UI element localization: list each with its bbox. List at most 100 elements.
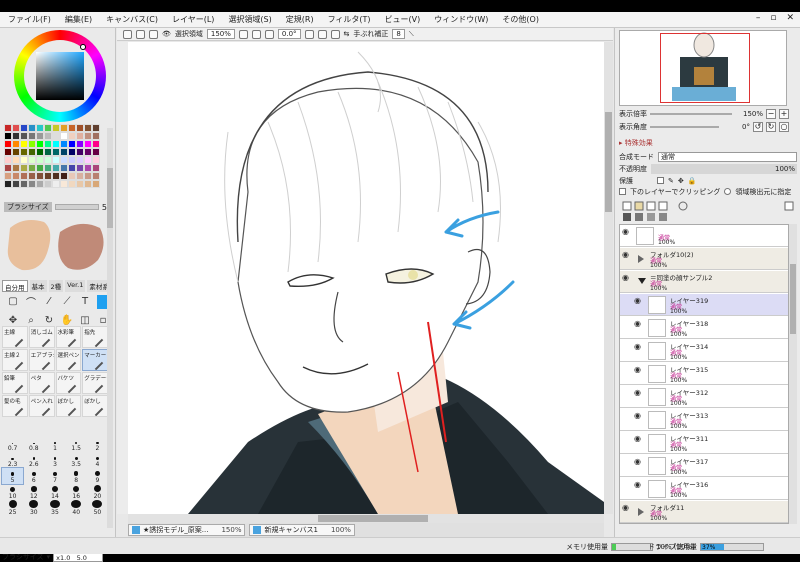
- color-swatch[interactable]: [84, 140, 92, 148]
- color-swatch[interactable]: [68, 164, 76, 172]
- brush-size-preset[interactable]: 40: [66, 500, 87, 516]
- color-swatch[interactable]: [84, 148, 92, 156]
- color-swatch[interactable]: [44, 156, 52, 164]
- menu-item-8[interactable]: ウィンドウ(W): [434, 14, 488, 25]
- color-swatch[interactable]: [20, 140, 28, 148]
- color-swatch[interactable]: [76, 132, 84, 140]
- brush-tool-11[interactable]: グラデーション: [82, 372, 108, 394]
- zoom-out-icon[interactable]: [238, 29, 248, 39]
- color-swatch[interactable]: [12, 164, 20, 172]
- magic-wand-icon[interactable]: ⁄: [40, 294, 58, 308]
- color-swatch[interactable]: [28, 124, 36, 132]
- layer-visibility-eye-icon[interactable]: ◉: [634, 343, 644, 351]
- protect-transparency-checkbox[interactable]: [657, 177, 664, 184]
- color-swatch[interactable]: [28, 148, 36, 156]
- duplicate-layer-icon[interactable]: [658, 201, 668, 211]
- color-swatch[interactable]: [4, 132, 12, 140]
- color-swatch[interactable]: [20, 124, 28, 132]
- layer-visibility-eye-icon[interactable]: ◉: [622, 228, 632, 236]
- clipping-checkbox[interactable]: [619, 188, 626, 195]
- brush-tool-13[interactable]: ペン入れ: [28, 395, 55, 417]
- transfer-down-icon[interactable]: [623, 213, 631, 221]
- navigator-zoom-out-button[interactable]: −: [766, 108, 776, 119]
- scratch-pad-color-mixer[interactable]: [4, 214, 112, 276]
- color-swatch[interactable]: [36, 164, 44, 172]
- left-panel-scroll-thumb[interactable]: [107, 168, 113, 228]
- color-swatch[interactable]: [20, 164, 28, 172]
- move-icon[interactable]: ✥: [4, 313, 22, 327]
- close-button[interactable]: ✕: [786, 13, 794, 23]
- color-swatch[interactable]: [28, 132, 36, 140]
- new-folder-icon[interactable]: [634, 201, 644, 211]
- brush-size-preset[interactable]: 2.6: [23, 452, 44, 468]
- brush-tool-5[interactable]: エアブラシ: [28, 349, 55, 371]
- color-swatch[interactable]: [28, 172, 36, 180]
- brush-size-preset[interactable]: 12: [23, 484, 44, 500]
- layer-row[interactable]: ◉ レイヤー316 通常 100%: [620, 478, 788, 500]
- brush-tool-10[interactable]: バケツ: [55, 372, 82, 394]
- layer-folder-row[interactable]: ◉ フォルダ11 通常 100%: [620, 501, 788, 523]
- selection-visibility-icon[interactable]: 👁: [162, 30, 171, 38]
- menu-item-9[interactable]: その他(O): [502, 14, 539, 25]
- layer-list-scroll-thumb[interactable]: [790, 264, 796, 334]
- color-swatch[interactable]: [52, 124, 60, 132]
- brush-tool-12[interactable]: 髪の毛: [2, 395, 28, 417]
- canvas-horizontal-scrollbar[interactable]: [128, 514, 604, 523]
- brush-tool-1[interactable]: 消しゴム: [28, 326, 55, 348]
- color-swatch[interactable]: [60, 156, 68, 164]
- folder-expand-icon[interactable]: [638, 255, 644, 263]
- layer-visibility-eye-icon[interactable]: ◉: [634, 458, 644, 466]
- layer-row[interactable]: ◉ レイヤー318 通常 100%: [620, 317, 788, 339]
- color-swatch[interactable]: [68, 172, 76, 180]
- redo-icon[interactable]: [136, 29, 145, 39]
- color-swatch[interactable]: [12, 148, 20, 156]
- panel-menu-icon[interactable]: [784, 201, 794, 211]
- layer-visibility-eye-icon[interactable]: ◉: [634, 481, 644, 489]
- brush-tool-8[interactable]: 鉛筆: [2, 372, 28, 394]
- color-swatch[interactable]: [12, 156, 20, 164]
- brush-size-preset[interactable]: 1.5: [66, 436, 87, 452]
- delete-layer-icon[interactable]: [659, 213, 667, 221]
- menu-item-1[interactable]: 編集(E): [65, 14, 92, 25]
- color-swatch[interactable]: [92, 156, 100, 164]
- color-swatch[interactable]: [4, 164, 12, 172]
- color-swatch[interactable]: [36, 156, 44, 164]
- layer-row[interactable]: ◉ レイヤー317 通常 100%: [620, 455, 788, 477]
- navigator-rotate-left-button[interactable]: ↺: [753, 121, 763, 132]
- special-effects-toggle[interactable]: ▸ 特殊効果: [619, 138, 653, 148]
- color-swatch[interactable]: [44, 180, 52, 188]
- layer-visibility-eye-icon[interactable]: ◉: [634, 297, 644, 305]
- color-swatch[interactable]: [36, 140, 44, 148]
- brush-size-preset[interactable]: 1: [44, 436, 65, 452]
- brush-size-preset[interactable]: 25: [2, 500, 23, 516]
- layer-visibility-eye-icon[interactable]: ◉: [634, 366, 644, 374]
- left-panel-scrollbar[interactable]: [107, 128, 113, 528]
- color-swatch[interactable]: [20, 148, 28, 156]
- color-swatch[interactable]: [20, 132, 28, 140]
- brush-size-preset[interactable]: 7: [44, 468, 65, 484]
- color-swatch[interactable]: [4, 140, 12, 148]
- straight-line-icon[interactable]: ⟍: [409, 30, 414, 39]
- color-wheel[interactable]: [14, 30, 106, 122]
- color-swatch[interactable]: [44, 172, 52, 180]
- color-swatch[interactable]: [12, 124, 20, 132]
- stabilizer-select[interactable]: 8: [392, 29, 405, 39]
- color-swatch[interactable]: [52, 180, 60, 188]
- color-swatch[interactable]: [60, 172, 68, 180]
- color-swatch[interactable]: [4, 156, 12, 164]
- color-swatch[interactable]: [60, 148, 68, 156]
- canvas-vertical-scrollbar[interactable]: [604, 42, 613, 514]
- color-swatch[interactable]: [36, 172, 44, 180]
- document-tab-1[interactable]: ★誘拐モデル_原案... 150%: [128, 524, 246, 536]
- brush-size-preset[interactable]: 0.7: [2, 436, 23, 452]
- color-swatch[interactable]: [52, 140, 60, 148]
- layer-visibility-eye-icon[interactable]: ◉: [622, 274, 632, 282]
- brush-size-preset[interactable]: 30: [23, 500, 44, 516]
- brush-tool-6[interactable]: 選択ペン: [55, 349, 82, 371]
- canvas-vertical-scroll-thumb[interactable]: [605, 112, 612, 212]
- brush-size-slider-row[interactable]: ブラシサイズ 50: [4, 202, 112, 212]
- layer-mask-icon[interactable]: [678, 201, 688, 211]
- undo-icon[interactable]: [123, 29, 132, 39]
- brush-size-preset[interactable]: 9: [87, 468, 108, 484]
- color-swatch[interactable]: [44, 132, 52, 140]
